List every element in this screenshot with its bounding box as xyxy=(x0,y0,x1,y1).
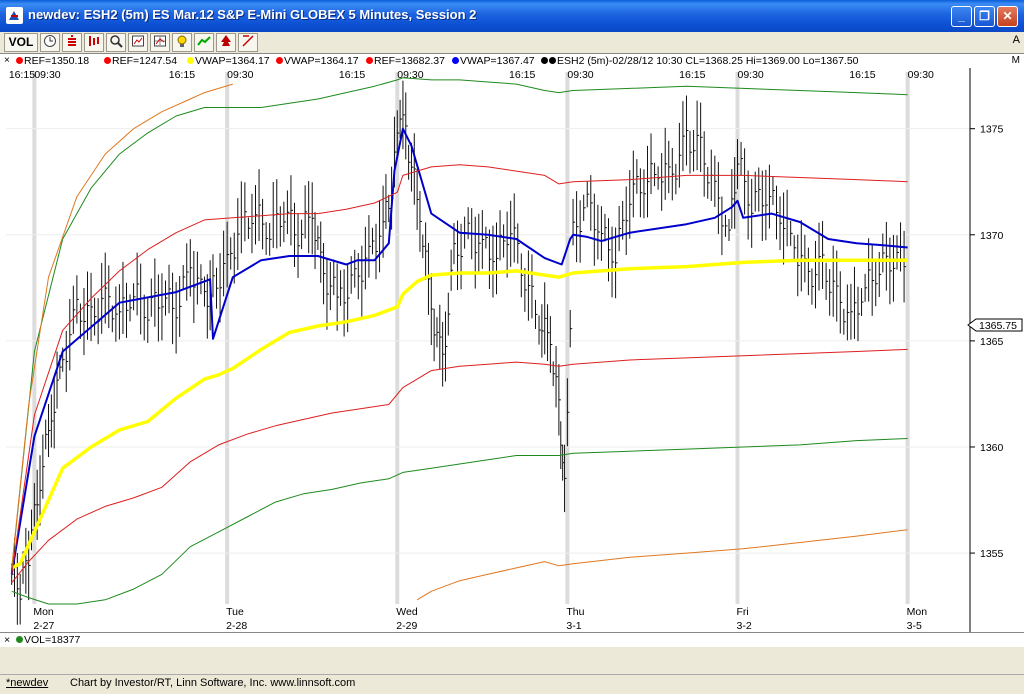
date-label: 3-1 xyxy=(566,620,581,632)
legend-item[interactable]: VWAP=1364.17 xyxy=(276,54,359,68)
legend-item[interactable]: REF=1247.54 xyxy=(104,54,177,68)
app-window: newdev: ESH2 (5m) ES Mar.12 S&P E-Mini G… xyxy=(0,0,1024,694)
legend-menu-icon[interactable]: M xyxy=(1012,54,1020,68)
legend-item[interactable]: REF=13682.37 xyxy=(366,54,445,68)
line-chart-icon[interactable] xyxy=(194,33,214,52)
legend-close-icon[interactable]: × xyxy=(4,54,10,68)
date-label: 2-27 xyxy=(33,620,54,632)
session-time-label: 09:30 xyxy=(227,69,253,81)
stack-icon[interactable] xyxy=(62,33,82,52)
session-time-label: 16:15 xyxy=(9,69,35,81)
close-button[interactable]: ✕ xyxy=(997,6,1018,27)
chart-settings-icon[interactable] xyxy=(128,33,148,52)
session-separator xyxy=(565,72,570,604)
volume-close-icon[interactable]: × xyxy=(4,633,10,647)
y-tick-label: 1375 xyxy=(980,124,1004,136)
credit-text: Chart by Investor/RT, Linn Software, Inc… xyxy=(70,677,356,689)
vol-button[interactable]: VOL xyxy=(4,33,38,52)
volume-legend[interactable]: VOL=18377 xyxy=(16,633,80,647)
date-label: 3-2 xyxy=(737,620,752,632)
corner-label: A xyxy=(1012,34,1020,46)
session-time-label: 09:30 xyxy=(908,69,934,81)
indicator-legend: × REF=1350.18 REF=1247.54 VWAP=1364.17 V… xyxy=(0,53,1024,69)
toolbar: VOL A xyxy=(0,32,1024,53)
day-label: Fri xyxy=(737,606,749,618)
chart-background xyxy=(0,68,1024,632)
lightbulb-icon[interactable] xyxy=(172,33,192,52)
legend-item[interactable]: VWAP=1364.17 xyxy=(187,54,270,68)
tree-icon[interactable] xyxy=(216,33,236,52)
y-tick-label: 1370 xyxy=(980,230,1004,242)
session-time-label: 09:30 xyxy=(738,69,764,81)
date-label: 2-28 xyxy=(226,620,247,632)
legend-item[interactable]: VWAP=1367.47 xyxy=(452,54,535,68)
date-label: 2-29 xyxy=(396,620,417,632)
status-bar: *newdev Chart by Investor/RT, Linn Softw… xyxy=(0,674,1024,694)
maximize-button[interactable]: ❐ xyxy=(974,6,995,27)
day-label: Mon xyxy=(907,606,928,618)
session-separator xyxy=(905,72,910,604)
chart-tab[interactable]: *newdev xyxy=(6,677,48,689)
last-price-label: 1365.75 xyxy=(979,320,1017,332)
draw-icon[interactable] xyxy=(238,33,258,52)
session-time-label: 16:15 xyxy=(679,69,705,81)
y-tick-label: 1355 xyxy=(980,548,1004,560)
day-label: Tue xyxy=(226,606,244,618)
session-time-label: 16:15 xyxy=(509,69,535,81)
y-tick-label: 1360 xyxy=(980,442,1004,454)
session-separator xyxy=(225,72,230,604)
grid-chart-icon[interactable] xyxy=(150,33,170,52)
clock-icon[interactable] xyxy=(40,33,60,52)
price-chart[interactable]: 16:15 09:30 16:15 09:30 16:15 09:30 16:15 09:30… xyxy=(0,68,1024,632)
legend-item[interactable]: REF=1350.18 xyxy=(16,54,89,68)
y-tick-label: 1365 xyxy=(980,336,1004,348)
title-bar[interactable]: newdev: ESH2 (5m) ES Mar.12 S&P E-Mini G… xyxy=(0,0,1024,32)
session-time-label: 09:30 xyxy=(34,69,60,81)
day-label: Thu xyxy=(566,606,584,618)
window-title: newdev: ESH2 (5m) ES Mar.12 S&P E-Mini G… xyxy=(28,7,477,22)
day-label: Wed xyxy=(396,606,418,618)
day-label: Mon xyxy=(33,606,54,618)
volume-panel: × VOL=18377 xyxy=(0,632,1024,647)
minimize-button[interactable]: _ xyxy=(951,6,972,27)
date-label: 3-5 xyxy=(907,620,922,632)
legend-item-price[interactable]: ESH2 (5m)-02/28/12 10:30 CL=1368.25 Hi=1… xyxy=(541,54,859,68)
session-time-label: 16:15 xyxy=(169,69,195,81)
session-time-label: 09:30 xyxy=(567,69,593,81)
session-time-label: 16:15 xyxy=(849,69,875,81)
session-time-label: 16:15 xyxy=(339,69,365,81)
bars-icon[interactable] xyxy=(84,33,104,52)
zoom-icon[interactable] xyxy=(106,33,126,52)
app-icon[interactable] xyxy=(6,7,23,24)
